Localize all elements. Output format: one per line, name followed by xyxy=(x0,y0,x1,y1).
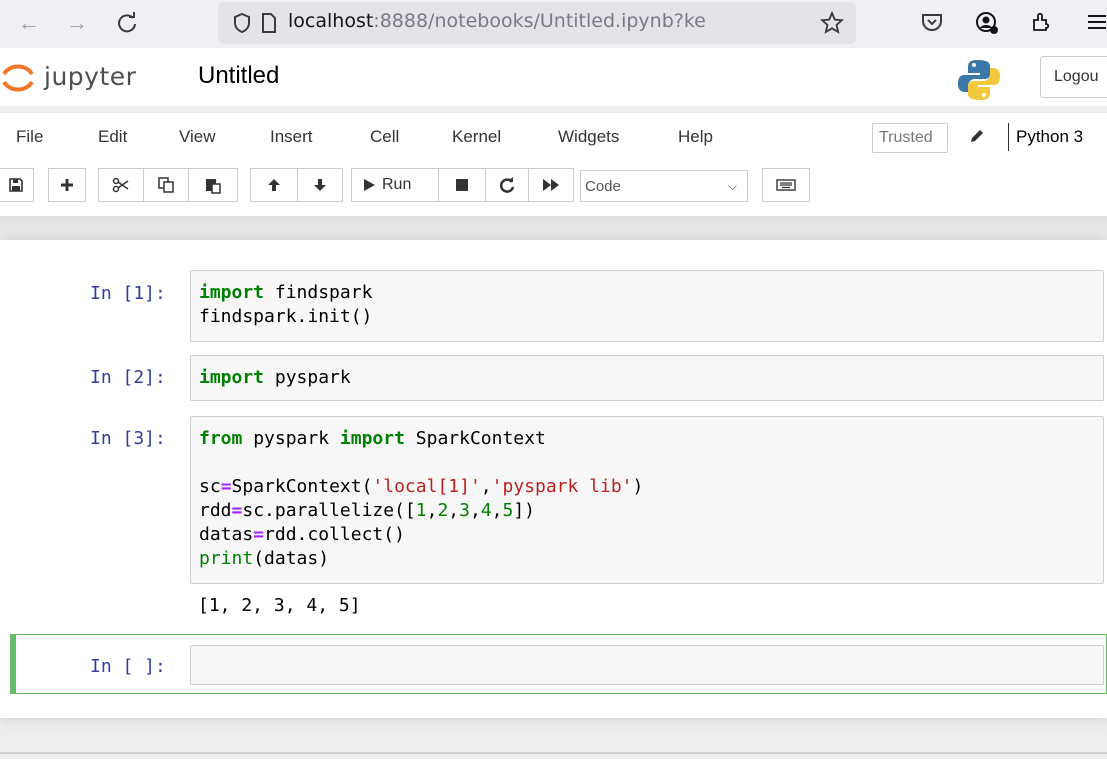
chevron-down-icon: ⌵ xyxy=(727,179,737,193)
code-token: import xyxy=(199,282,265,303)
code-token: import xyxy=(199,367,265,388)
jupyter-header: jupyter Untitled Logou xyxy=(0,48,1107,106)
bookmark-star-icon[interactable] xyxy=(819,10,845,40)
menu-view[interactable]: View xyxy=(179,127,216,147)
code-cell-input[interactable]: import pyspark xyxy=(190,355,1104,401)
cell-type-value: Code xyxy=(585,178,621,195)
code-cell-input[interactable] xyxy=(190,645,1104,685)
bottom-divider xyxy=(0,752,1107,754)
play-icon xyxy=(364,179,375,191)
run-button[interactable]: Run xyxy=(351,168,439,202)
cell-type-select[interactable]: Code ⌵ xyxy=(580,170,748,202)
url-path: :8888/notebooks/Untitled.ipynb?ke xyxy=(373,10,706,32)
restart-run-all-button[interactable] xyxy=(528,168,574,202)
trusted-indicator[interactable]: Trusted xyxy=(872,123,948,153)
menu-cell[interactable]: Cell xyxy=(370,127,399,147)
cell-prompt: In [1]: xyxy=(90,283,166,304)
kernel-name[interactable]: Python 3 xyxy=(1016,127,1083,147)
account-icon[interactable] xyxy=(974,10,1000,36)
paste-icon xyxy=(206,179,221,194)
save-icon xyxy=(9,178,23,192)
forward-icon[interactable]: → xyxy=(62,8,92,38)
pocket-icon[interactable] xyxy=(920,10,946,36)
notebook-title[interactable]: Untitled xyxy=(198,62,279,90)
keyboard-icon xyxy=(776,179,796,191)
url-host: localhost xyxy=(288,10,374,32)
save-button[interactable] xyxy=(0,168,34,202)
kernel-divider xyxy=(1008,123,1009,151)
stop-icon xyxy=(456,179,468,191)
url-text[interactable]: localhost:8888/notebooks/Untitled.ipynb?… xyxy=(288,10,798,32)
copy-icon xyxy=(158,177,174,193)
copy-button[interactable] xyxy=(143,168,189,202)
menu-help[interactable]: Help xyxy=(678,127,713,147)
run-label: Run xyxy=(382,176,412,193)
fast-forward-icon xyxy=(543,179,559,191)
plus-icon xyxy=(61,179,73,191)
code-cell-input[interactable]: import findspark findspark.init() xyxy=(190,270,1104,342)
paste-button[interactable] xyxy=(188,168,238,202)
arrow-down-icon xyxy=(314,179,326,191)
python-logo-icon xyxy=(956,58,1002,107)
cut-button[interactable] xyxy=(98,168,144,202)
header-shadow xyxy=(0,216,1107,242)
menu-insert[interactable]: Insert xyxy=(270,127,313,147)
insert-cell-button[interactable] xyxy=(48,168,86,202)
back-icon[interactable]: ← xyxy=(14,8,44,38)
menu-icon[interactable] xyxy=(1086,10,1107,36)
move-up-button[interactable] xyxy=(250,168,298,202)
restart-button[interactable] xyxy=(485,168,529,202)
page-icon[interactable] xyxy=(260,12,278,39)
reload-icon[interactable] xyxy=(112,8,142,38)
menu-file[interactable]: File xyxy=(16,127,43,147)
extensions-icon[interactable] xyxy=(1030,10,1056,36)
cell-prompt: In [ ]: xyxy=(90,656,166,677)
restart-icon xyxy=(499,177,515,193)
menu-widgets[interactable]: Widgets xyxy=(558,127,619,147)
shield-icon[interactable] xyxy=(232,12,252,39)
scissors-icon xyxy=(112,177,129,193)
browser-toolbar: ← → localhost:8888/notebooks/Untitled.ip… xyxy=(0,0,1107,48)
cell-prompt: In [3]: xyxy=(90,428,166,449)
command-palette-button[interactable] xyxy=(762,168,810,202)
cell-prompt: In [2]: xyxy=(90,367,166,388)
address-bar[interactable]: localhost:8888/notebooks/Untitled.ipynb?… xyxy=(218,2,856,44)
menu-bar: File Edit View Insert Cell Kernel Widget… xyxy=(0,112,1107,160)
logout-button[interactable]: Logou xyxy=(1040,56,1107,98)
interrupt-button[interactable] xyxy=(438,168,486,202)
code-cell-input[interactable]: from pyspark import SparkContext sc=Spar… xyxy=(190,416,1104,584)
pencil-icon[interactable] xyxy=(968,127,986,150)
menu-kernel[interactable]: Kernel xyxy=(452,127,501,147)
move-down-button[interactable] xyxy=(297,168,343,202)
notebook-toolbar: Run Code ⌵ xyxy=(0,160,1107,216)
jupyter-brand[interactable]: jupyter xyxy=(44,62,136,91)
menu-edit[interactable]: Edit xyxy=(98,127,127,147)
arrow-up-icon xyxy=(268,179,280,191)
jupyter-logo-icon[interactable] xyxy=(0,60,36,96)
cell-output: [1, 2, 3, 4, 5] xyxy=(198,595,361,616)
